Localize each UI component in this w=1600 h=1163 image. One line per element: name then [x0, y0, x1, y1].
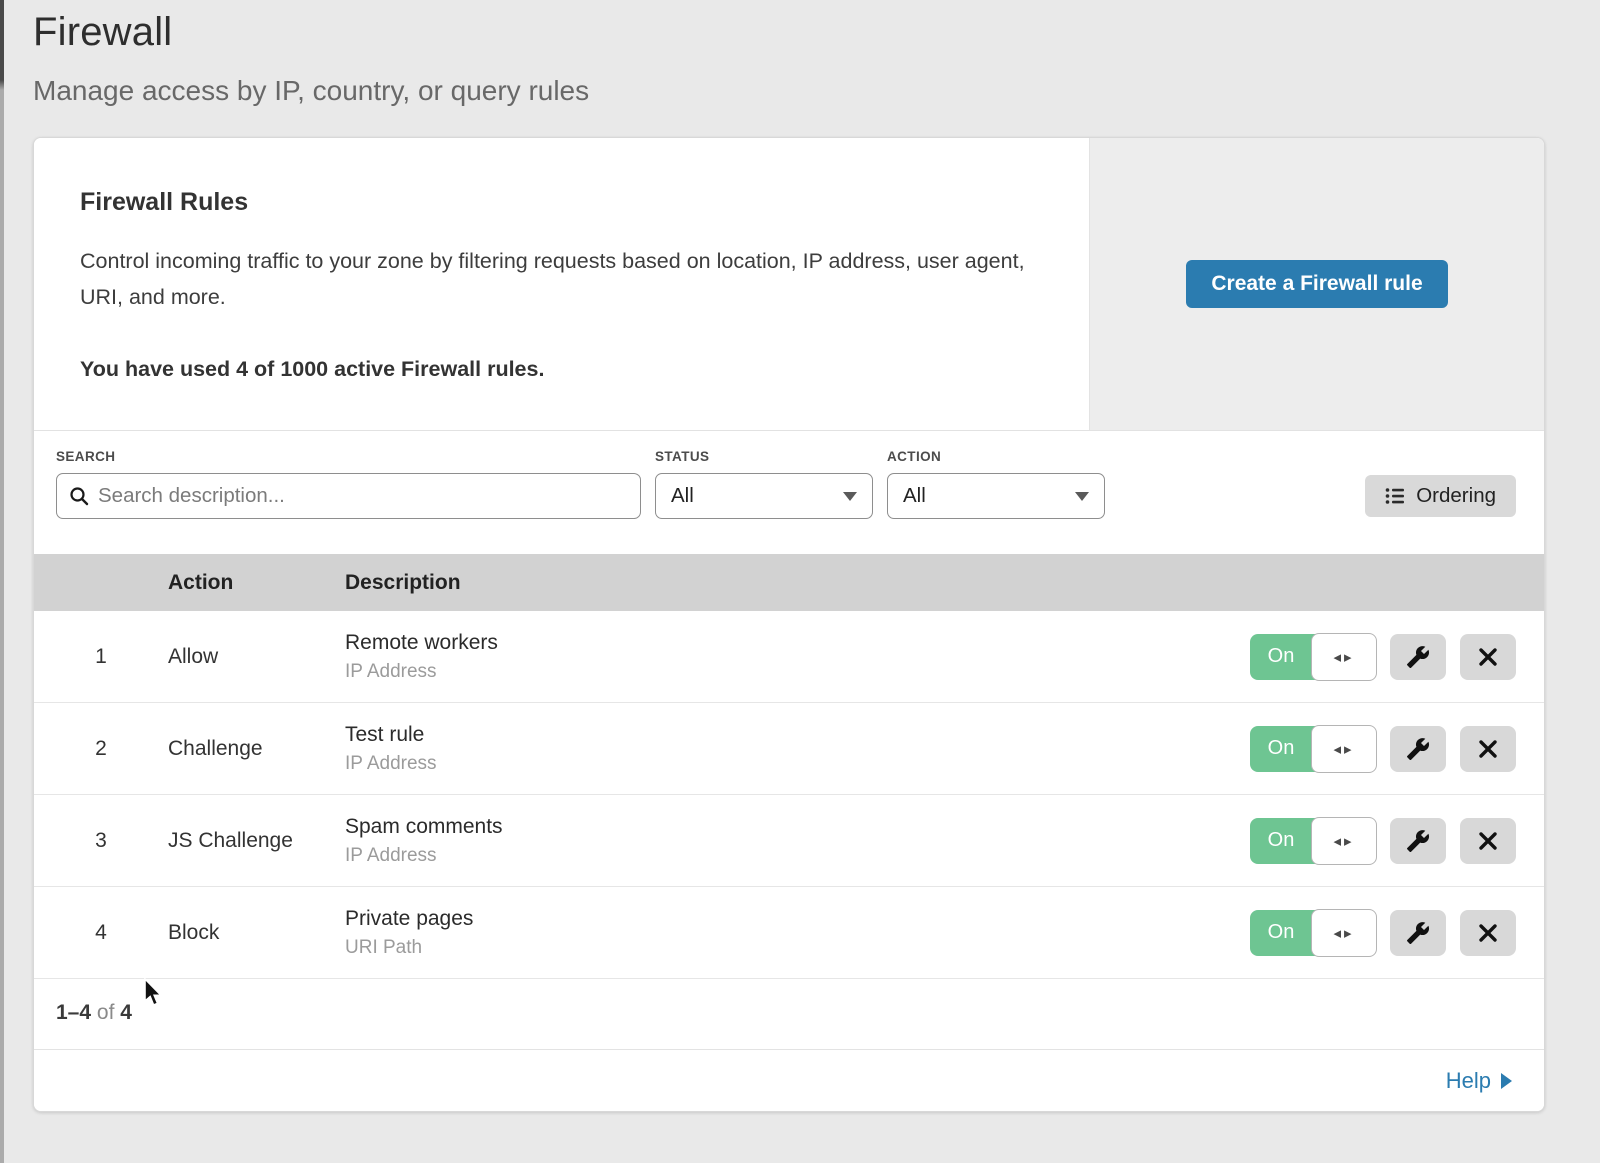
edit-rule-button[interactable] [1390, 634, 1446, 680]
filters-bar: SEARCH STATUS All ACTION All [34, 431, 1544, 554]
search-box[interactable] [56, 473, 641, 519]
rule-priority: 1 [34, 645, 168, 669]
search-filter-group: SEARCH [56, 449, 641, 519]
magnifier-icon [69, 486, 89, 506]
search-label: SEARCH [56, 449, 641, 464]
status-label: STATUS [655, 449, 873, 464]
rule-enabled-toggle[interactable]: On ◂▸ [1250, 910, 1376, 956]
x-icon [1478, 923, 1498, 943]
firewall-rule-row: 2 Challenge Test rule IP Address On ◂▸ [34, 703, 1544, 795]
of-text: of [97, 1001, 115, 1024]
rule-description-cell: Remote workers IP Address [345, 631, 1214, 683]
action-selected-value: All [903, 484, 926, 508]
toggle-state-label: On [1250, 910, 1312, 956]
status-filter-group: STATUS All [655, 449, 873, 519]
chevron-down-icon [843, 492, 857, 501]
rule-description: Test rule [345, 723, 1214, 747]
right-triangle-icon [1501, 1073, 1512, 1089]
wrench-icon [1406, 645, 1430, 669]
rule-description-cell: Test rule IP Address [345, 723, 1214, 775]
wrench-icon [1406, 829, 1430, 853]
left-right-arrows-icon[interactable]: ◂▸ [1311, 725, 1377, 773]
help-link[interactable]: Help [1446, 1068, 1512, 1094]
table-body: 1 Allow Remote workers IP Address On ◂▸ [34, 611, 1544, 979]
x-icon [1478, 831, 1498, 851]
rule-description: Remote workers [345, 631, 1214, 655]
rule-priority: 2 [34, 737, 168, 761]
search-input[interactable] [98, 484, 628, 508]
action-filter-group: ACTION All [887, 449, 1105, 519]
page-header: Firewall Manage access by IP, country, o… [0, 0, 1600, 107]
firewall-rule-row: 4 Block Private pages URI Path On ◂▸ [34, 887, 1544, 979]
delete-rule-button[interactable] [1460, 818, 1516, 864]
create-firewall-rule-button[interactable]: Create a Firewall rule [1186, 260, 1447, 308]
delete-rule-button[interactable] [1460, 910, 1516, 956]
rule-action: JS Challenge [168, 829, 345, 853]
status-select[interactable]: All [655, 473, 873, 519]
rule-enabled-toggle[interactable]: On ◂▸ [1250, 634, 1376, 680]
total-text: 4 [120, 1001, 132, 1024]
wrench-icon [1406, 737, 1430, 761]
action-label: ACTION [887, 449, 1105, 464]
page-subtitle: Manage access by IP, country, or query r… [33, 75, 1600, 107]
rules-usage-text: You have used 4 of 1000 active Firewall … [80, 357, 1041, 382]
table-header: Action Description [34, 554, 1544, 611]
edit-rule-button[interactable] [1390, 726, 1446, 772]
help-row: Help [34, 1049, 1544, 1111]
card-top-action-panel: Create a Firewall rule [1089, 138, 1544, 430]
chevron-down-icon [1075, 492, 1089, 501]
card-top-text: Firewall Rules Control incoming traffic … [34, 138, 1089, 430]
delete-rule-button[interactable] [1460, 634, 1516, 680]
rule-enabled-toggle[interactable]: On ◂▸ [1250, 726, 1376, 772]
rule-match-type: IP Address [345, 661, 1214, 683]
card-description: Control incoming traffic to your zone by… [80, 243, 1041, 315]
rule-action: Allow [168, 645, 345, 669]
ordering-button[interactable]: Ordering [1365, 475, 1516, 517]
action-select[interactable]: All [887, 473, 1105, 519]
rule-action: Challenge [168, 737, 345, 761]
firewall-rule-row: 1 Allow Remote workers IP Address On ◂▸ [34, 611, 1544, 703]
edit-rule-button[interactable] [1390, 910, 1446, 956]
rule-description-cell: Spam comments IP Address [345, 815, 1214, 867]
rule-enabled-toggle[interactable]: On ◂▸ [1250, 818, 1376, 864]
rule-match-type: URI Path [345, 937, 1214, 959]
toggle-state-label: On [1250, 634, 1312, 680]
action-column-header: Action [168, 571, 345, 595]
left-right-arrows-icon[interactable]: ◂▸ [1311, 909, 1377, 957]
firewall-rules-card: Firewall Rules Control incoming traffic … [33, 137, 1545, 1112]
card-heading: Firewall Rules [80, 188, 1041, 217]
toggle-state-label: On [1250, 726, 1312, 772]
range-text: 1–4 [56, 1001, 91, 1024]
description-column-header: Description [345, 571, 1214, 595]
rule-priority: 4 [34, 921, 168, 945]
rule-description: Private pages [345, 907, 1214, 931]
ordered-list-icon [1385, 486, 1406, 506]
left-right-arrows-icon[interactable]: ◂▸ [1311, 633, 1377, 681]
status-selected-value: All [671, 484, 694, 508]
wrench-icon [1406, 921, 1430, 945]
rule-match-type: IP Address [345, 845, 1214, 867]
ordering-button-label: Ordering [1416, 484, 1496, 508]
help-link-label: Help [1446, 1068, 1491, 1094]
pagination-count: 1–4 of 4 [34, 979, 1544, 1049]
rule-description-cell: Private pages URI Path [345, 907, 1214, 959]
left-right-arrows-icon[interactable]: ◂▸ [1311, 817, 1377, 865]
toggle-state-label: On [1250, 818, 1312, 864]
x-icon [1478, 647, 1498, 667]
rule-controls: On ◂▸ [1214, 910, 1544, 956]
rule-controls: On ◂▸ [1214, 634, 1544, 680]
delete-rule-button[interactable] [1460, 726, 1516, 772]
rule-controls: On ◂▸ [1214, 726, 1544, 772]
firewall-rule-row: 3 JS Challenge Spam comments IP Address … [34, 795, 1544, 887]
rule-controls: On ◂▸ [1214, 818, 1544, 864]
card-top-section: Firewall Rules Control incoming traffic … [34, 138, 1544, 431]
rule-description: Spam comments [345, 815, 1214, 839]
rule-priority: 3 [34, 829, 168, 853]
edit-rule-button[interactable] [1390, 818, 1446, 864]
rule-action: Block [168, 921, 345, 945]
x-icon [1478, 739, 1498, 759]
page-title: Firewall [33, 10, 1600, 55]
rule-match-type: IP Address [345, 753, 1214, 775]
